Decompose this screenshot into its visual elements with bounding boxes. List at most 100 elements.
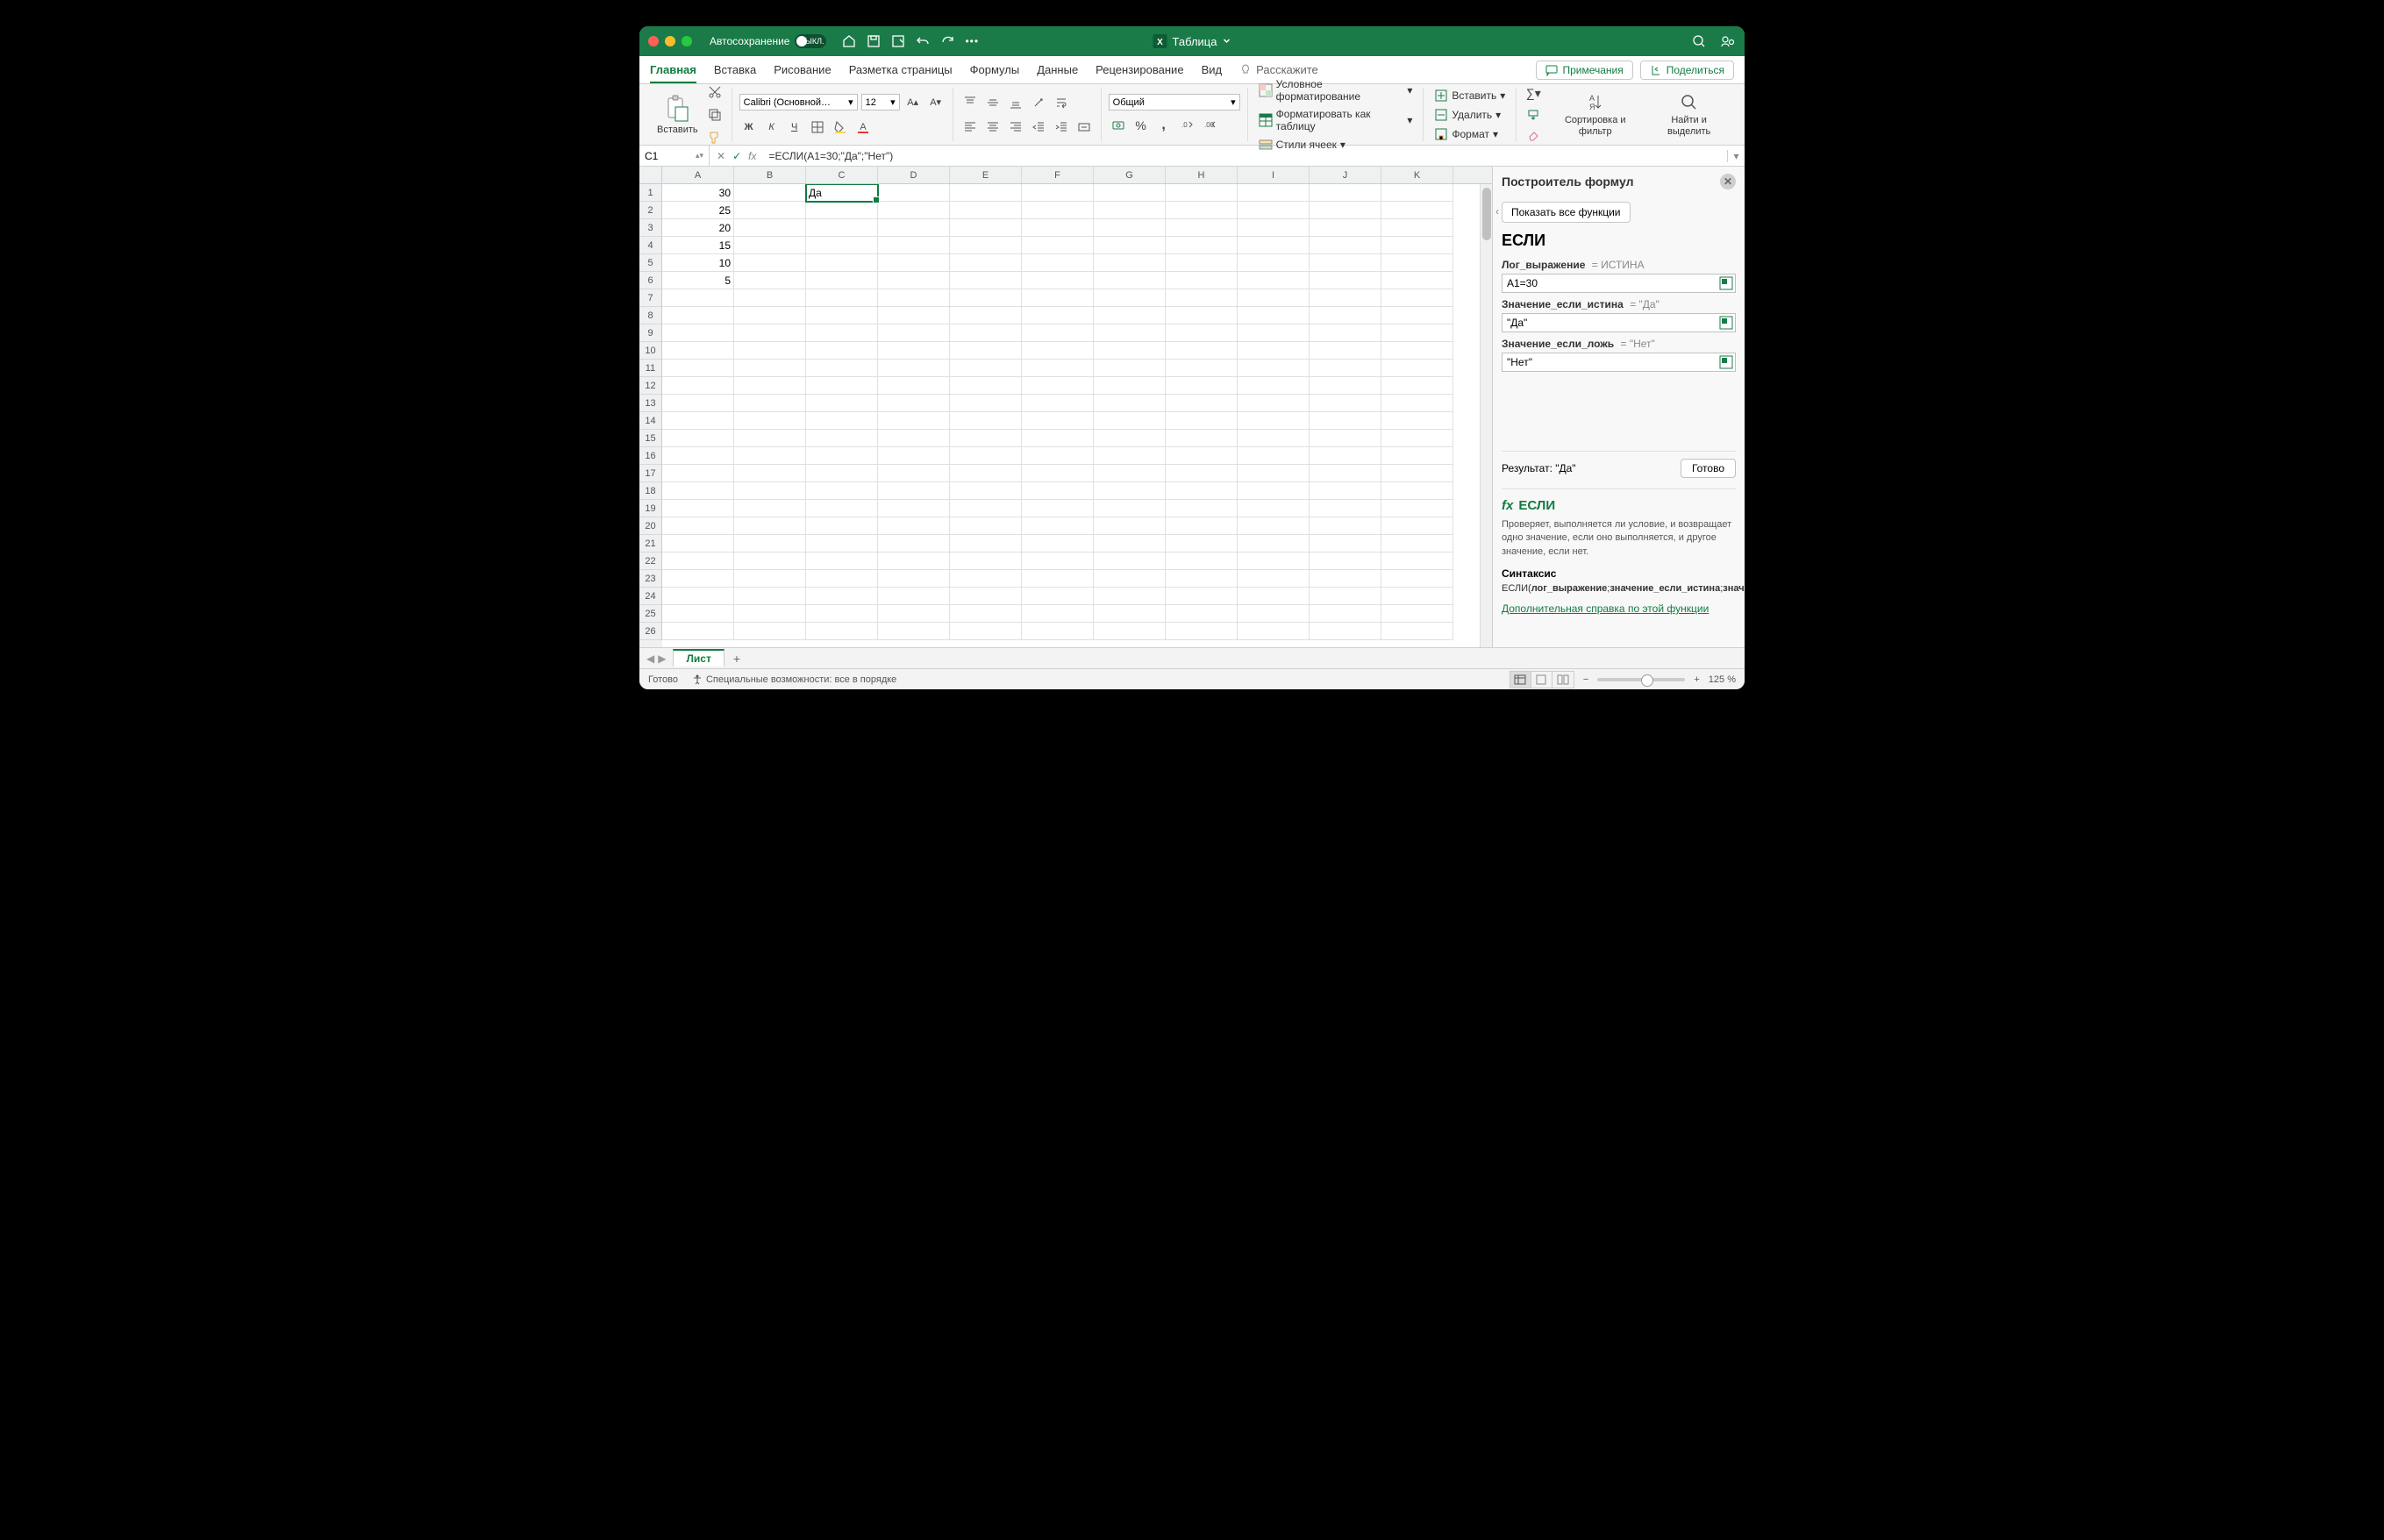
cell[interactable] [950, 254, 1022, 272]
cell[interactable] [734, 202, 806, 219]
cell[interactable] [806, 570, 878, 588]
arg1-input[interactable] [1502, 274, 1736, 293]
cell[interactable] [1022, 395, 1094, 412]
increase-font-icon[interactable]: A▴ [903, 93, 923, 112]
cell[interactable] [950, 377, 1022, 395]
cell[interactable] [1238, 184, 1310, 202]
cell[interactable] [878, 465, 950, 482]
cell[interactable] [950, 360, 1022, 377]
cell[interactable] [1381, 237, 1453, 254]
autosave-switch[interactable]: ВЫКЛ. [795, 34, 826, 48]
cell[interactable] [1310, 447, 1381, 465]
column-header[interactable]: D [878, 167, 950, 183]
font-color-icon[interactable]: A [853, 118, 873, 137]
cell[interactable] [1166, 237, 1238, 254]
cell[interactable] [1381, 535, 1453, 553]
cell[interactable] [1381, 307, 1453, 324]
cell[interactable] [734, 482, 806, 500]
normal-view-icon[interactable] [1510, 672, 1531, 688]
cell[interactable] [1094, 202, 1166, 219]
cell[interactable] [1310, 605, 1381, 623]
range-picker-icon[interactable] [1719, 355, 1733, 369]
row-header[interactable]: 11 [639, 360, 662, 377]
cell[interactable] [1381, 605, 1453, 623]
cell[interactable] [1022, 219, 1094, 237]
cell[interactable] [662, 517, 734, 535]
cell[interactable] [878, 377, 950, 395]
cell[interactable] [950, 623, 1022, 640]
cell[interactable] [950, 395, 1022, 412]
cell[interactable] [1166, 289, 1238, 307]
cell[interactable] [1381, 202, 1453, 219]
cell[interactable] [1022, 254, 1094, 272]
row-header[interactable]: 19 [639, 500, 662, 517]
sheet-tab-1[interactable]: Лист [673, 649, 724, 667]
row-header[interactable]: 10 [639, 342, 662, 360]
cell[interactable] [734, 588, 806, 605]
cell[interactable] [878, 184, 950, 202]
cell[interactable] [1310, 272, 1381, 289]
cell[interactable] [806, 500, 878, 517]
cell[interactable] [950, 500, 1022, 517]
minimize-window-button[interactable] [665, 36, 675, 46]
orientation-icon[interactable] [1029, 93, 1048, 112]
cell[interactable] [878, 430, 950, 447]
cell[interactable] [806, 254, 878, 272]
cell[interactable] [1238, 342, 1310, 360]
column-header[interactable]: A [662, 167, 734, 183]
cell[interactable] [1238, 202, 1310, 219]
cell[interactable]: 5 [662, 272, 734, 289]
sheet-nav-prev-icon[interactable]: ◀ [646, 652, 654, 665]
column-header[interactable]: B [734, 167, 806, 183]
search-icon[interactable] [1692, 34, 1706, 48]
cell[interactable] [1094, 517, 1166, 535]
clear-icon[interactable] [1524, 126, 1543, 146]
cell[interactable] [878, 605, 950, 623]
cell[interactable] [1022, 324, 1094, 342]
cell[interactable] [1166, 254, 1238, 272]
cell[interactable] [1238, 517, 1310, 535]
cell[interactable] [1310, 202, 1381, 219]
cell[interactable] [950, 465, 1022, 482]
page-break-view-icon[interactable] [1552, 672, 1574, 688]
cell[interactable] [878, 202, 950, 219]
cell[interactable] [1238, 237, 1310, 254]
cell[interactable] [950, 605, 1022, 623]
format-cells-button[interactable]: Формат ▾ [1431, 125, 1509, 143]
column-header[interactable]: G [1094, 167, 1166, 183]
cell[interactable] [806, 482, 878, 500]
cell[interactable] [1166, 500, 1238, 517]
cell[interactable] [878, 237, 950, 254]
cell[interactable] [950, 482, 1022, 500]
cell[interactable] [1166, 202, 1238, 219]
cell[interactable] [878, 307, 950, 324]
row-header[interactable]: 5 [639, 254, 662, 272]
cell[interactable] [1094, 324, 1166, 342]
cell[interactable] [1022, 482, 1094, 500]
row-header[interactable]: 21 [639, 535, 662, 553]
cell[interactable]: 10 [662, 254, 734, 272]
cell[interactable]: Да [806, 184, 878, 202]
cell[interactable] [806, 447, 878, 465]
cell[interactable] [1238, 605, 1310, 623]
cell[interactable] [1310, 412, 1381, 430]
row-header[interactable]: 7 [639, 289, 662, 307]
cell[interactable] [806, 202, 878, 219]
cell[interactable] [806, 360, 878, 377]
cell[interactable] [950, 324, 1022, 342]
cell[interactable] [1094, 307, 1166, 324]
cell[interactable] [878, 553, 950, 570]
tab-draw[interactable]: Рисование [774, 58, 831, 82]
name-box[interactable]: C1 ▴▾ [639, 146, 710, 166]
cell[interactable] [1094, 289, 1166, 307]
cell[interactable] [1238, 623, 1310, 640]
cell[interactable] [1166, 430, 1238, 447]
align-center-icon[interactable] [983, 118, 1003, 137]
cell[interactable] [1381, 623, 1453, 640]
cell[interactable] [662, 570, 734, 588]
cell[interactable] [1166, 324, 1238, 342]
cell[interactable] [1094, 395, 1166, 412]
cell[interactable] [1166, 482, 1238, 500]
cell[interactable] [1022, 307, 1094, 324]
save-as-icon[interactable] [891, 34, 905, 48]
